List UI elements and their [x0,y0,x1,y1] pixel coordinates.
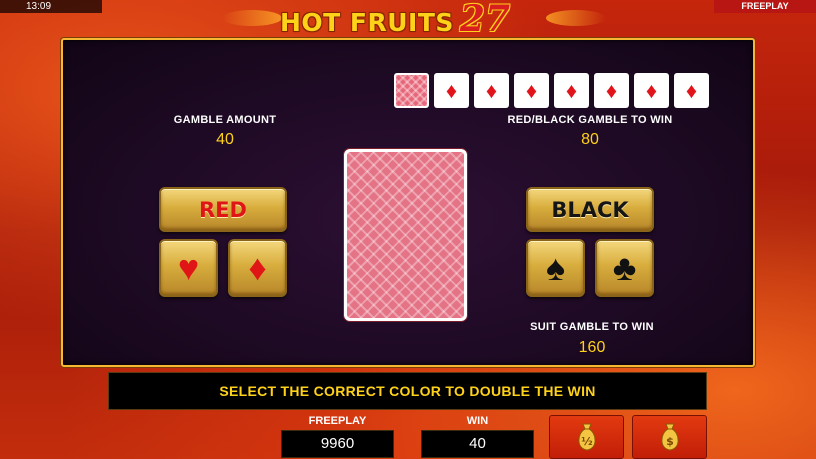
club-icon: ♣ [612,247,637,288]
flame-decoration-left [222,10,282,26]
red-button[interactable]: RED [159,187,287,232]
diamond-icon: ♦ [565,77,578,103]
gamble-amount-label: GAMBLE AMOUNT [173,114,277,126]
diamond-icon: ♦ [685,77,698,103]
freeplay-value: 9960 [281,430,394,458]
history-card-diamond: ♦ [634,73,669,108]
instruction-text: SELECT THE CORRECT COLOR TO DOUBLE THE W… [219,383,596,399]
history-card-diamond: ♦ [474,73,509,108]
red-button-label: RED [199,197,247,222]
diamond-icon: ♦ [485,77,498,103]
suit-win-label: SUIT GAMBLE TO WIN [530,321,654,333]
collect-button[interactable]: $ [632,415,707,459]
money-bag-half-icon: ½ [574,422,600,452]
gamble-amount-value: 40 [216,131,234,148]
dollar-glyph: $ [666,435,674,448]
game-logo: HOT FRUITS 27 [280,1,510,37]
clubs-button[interactable]: ♣ [595,239,654,297]
flame-decoration-right [546,10,606,26]
history-card-diamond: ♦ [674,73,709,108]
card-history: ♦ ♦ ♦ ♦ ♦ ♦ ♦ [394,73,709,108]
heart-icon: ♥ [177,247,200,288]
black-button[interactable]: BLACK [526,187,654,232]
half-glyph: ½ [581,435,592,448]
diamonds-button[interactable]: ♦ [228,239,287,297]
clock: 13:09 [0,0,102,13]
logo-number: 27 [459,0,511,40]
mode-indicator: FREEPLAY [714,0,816,13]
spade-icon: ♠ [545,247,566,288]
win-value: 40 [421,430,534,458]
spades-button[interactable]: ♠ [526,239,585,297]
logo-text: HOT FRUITS [280,8,454,37]
suit-win-value: 160 [578,339,606,356]
history-card-diamond: ♦ [434,73,469,108]
collect-half-button[interactable]: ½ [549,415,624,459]
win-label: WIN [466,415,489,427]
face-down-card [344,149,467,321]
hearts-button[interactable]: ♥ [159,239,218,297]
instruction-message: SELECT THE CORRECT COLOR TO DOUBLE THE W… [108,372,707,410]
black-button-label: BLACK [551,197,629,222]
diamond-icon: ♦ [445,77,458,103]
diamond-icon: ♦ [645,77,658,103]
red-black-win-label: RED/BLACK GAMBLE TO WIN [507,114,673,126]
history-card-diamond: ♦ [514,73,549,108]
money-bag-icon: $ [657,422,683,452]
diamond-icon: ♦ [248,247,267,288]
diamond-icon: ♦ [605,77,618,103]
diamond-icon: ♦ [525,77,538,103]
history-card-diamond: ♦ [554,73,589,108]
red-black-win-value: 80 [581,131,599,148]
freeplay-label: FREEPLAY [308,415,367,427]
history-card-diamond: ♦ [594,73,629,108]
history-card-back [394,73,429,108]
